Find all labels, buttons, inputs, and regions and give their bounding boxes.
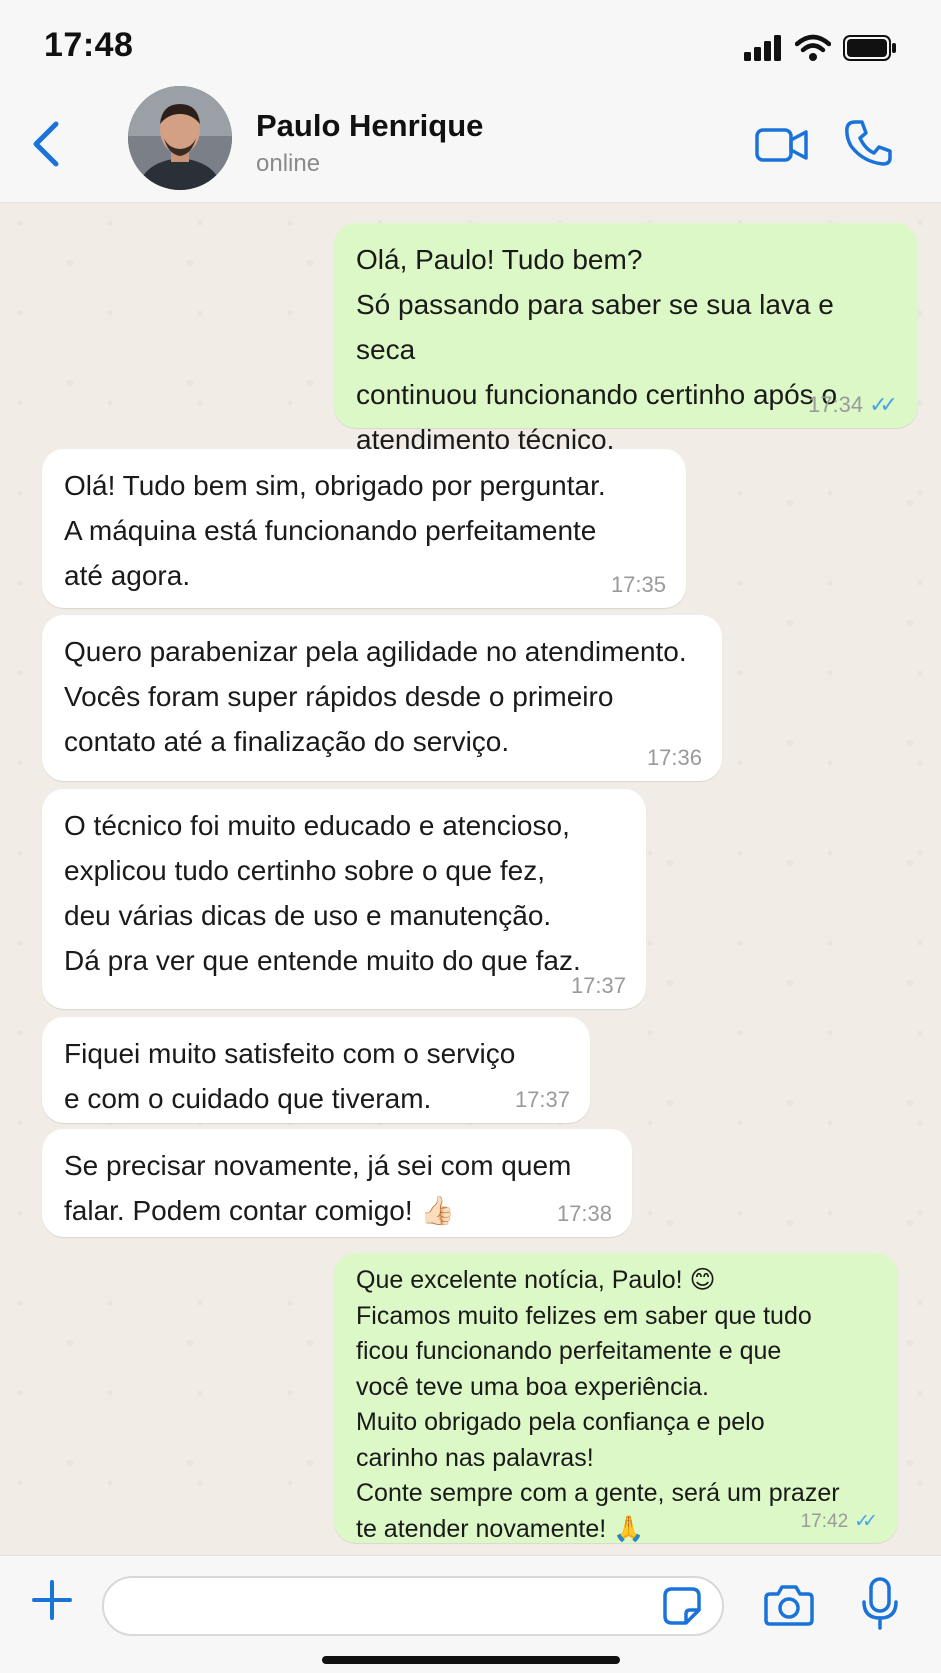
message-time: 17:37	[514, 1087, 570, 1112]
message-meta: 17:34 ✓✓	[808, 392, 898, 418]
battery-icon	[843, 35, 896, 61]
chat-area[interactable]: Olá, Paulo! Tudo bem? Só passando para s…	[0, 203, 941, 1555]
message-input[interactable]	[102, 1576, 724, 1636]
message-time: 17:35	[610, 572, 666, 597]
read-ticks-icon: ✓✓	[854, 1511, 878, 1532]
contact-name[interactable]: Paulo Henrique	[256, 108, 483, 144]
message-text: Fiquei muito satisfeito com o serviço e …	[64, 1038, 516, 1114]
plus-icon	[32, 1580, 72, 1620]
message-text: O técnico foi muito educado e atencioso,…	[64, 810, 581, 976]
message-bubble-incoming[interactable]: Olá! Tudo bem sim, obrigado por pergunta…	[42, 449, 686, 608]
message-meta: 17:38	[557, 1201, 612, 1227]
message-bubble-incoming[interactable]: Fiquei muito satisfeito com o serviço e …	[42, 1017, 590, 1123]
message-text: Que excelente notícia, Paulo! 😊 Ficamos …	[356, 1266, 840, 1543]
message-time: 17:34	[808, 392, 864, 417]
contact-status: online	[256, 150, 321, 177]
cellular-signal-icon	[744, 35, 781, 61]
back-button[interactable]	[26, 114, 66, 174]
read-ticks-icon: ✓✓	[869, 392, 898, 417]
message-meta: 17:42 ✓✓	[801, 1510, 878, 1533]
message-meta: 17:37	[515, 1087, 570, 1113]
sticker-icon	[663, 1587, 701, 1625]
phone-icon	[845, 120, 892, 166]
home-indicator[interactable]	[322, 1656, 620, 1664]
message-bubble-incoming[interactable]: Quero parabenizar pela agilidade no aten…	[42, 615, 722, 781]
message-text: Se precisar novamente, já sei com quem f…	[64, 1150, 572, 1226]
microphone-icon	[862, 1577, 898, 1630]
message-time: 17:37	[570, 973, 626, 998]
message-text: Olá! Tudo bem sim, obrigado por pergunta…	[64, 470, 606, 591]
status-icons	[743, 34, 897, 62]
voice-call-button[interactable]	[843, 118, 893, 168]
attach-button[interactable]	[30, 1578, 74, 1622]
message-meta: 17:35	[611, 572, 666, 598]
contact-photo	[128, 86, 232, 190]
message-bubble-outgoing[interactable]: Que excelente notícia, Paulo! 😊 Ficamos …	[334, 1253, 898, 1543]
message-meta: 17:36	[647, 745, 702, 771]
sticker-button[interactable]	[662, 1586, 702, 1626]
microphone-button[interactable]	[860, 1576, 900, 1632]
status-time: 17:48	[44, 26, 134, 64]
message-bubble-incoming[interactable]: Se precisar novamente, já sei com quem f…	[42, 1129, 632, 1237]
camera-button[interactable]	[764, 1582, 814, 1628]
message-bubble-incoming[interactable]: O técnico foi muito educado e atencioso,…	[42, 789, 646, 1009]
message-text: Quero parabenizar pela agilidade no aten…	[64, 636, 687, 757]
back-icon	[33, 121, 59, 167]
video-call-button[interactable]	[755, 124, 809, 166]
camera-icon	[764, 1585, 814, 1626]
message-time: 17:42	[800, 1510, 849, 1532]
message-time: 17:36	[646, 745, 702, 770]
avatar[interactable]	[128, 86, 232, 190]
wifi-icon	[795, 34, 831, 61]
message-bubble-outgoing[interactable]: Olá, Paulo! Tudo bem? Só passando para s…	[334, 223, 918, 455]
message-time: 17:38	[556, 1201, 612, 1226]
message-text: Olá, Paulo! Tudo bem? Só passando para s…	[356, 244, 838, 455]
status-bar: 17:48	[0, 0, 941, 90]
message-meta: 17:37	[571, 973, 626, 999]
video-call-icon	[755, 128, 808, 162]
